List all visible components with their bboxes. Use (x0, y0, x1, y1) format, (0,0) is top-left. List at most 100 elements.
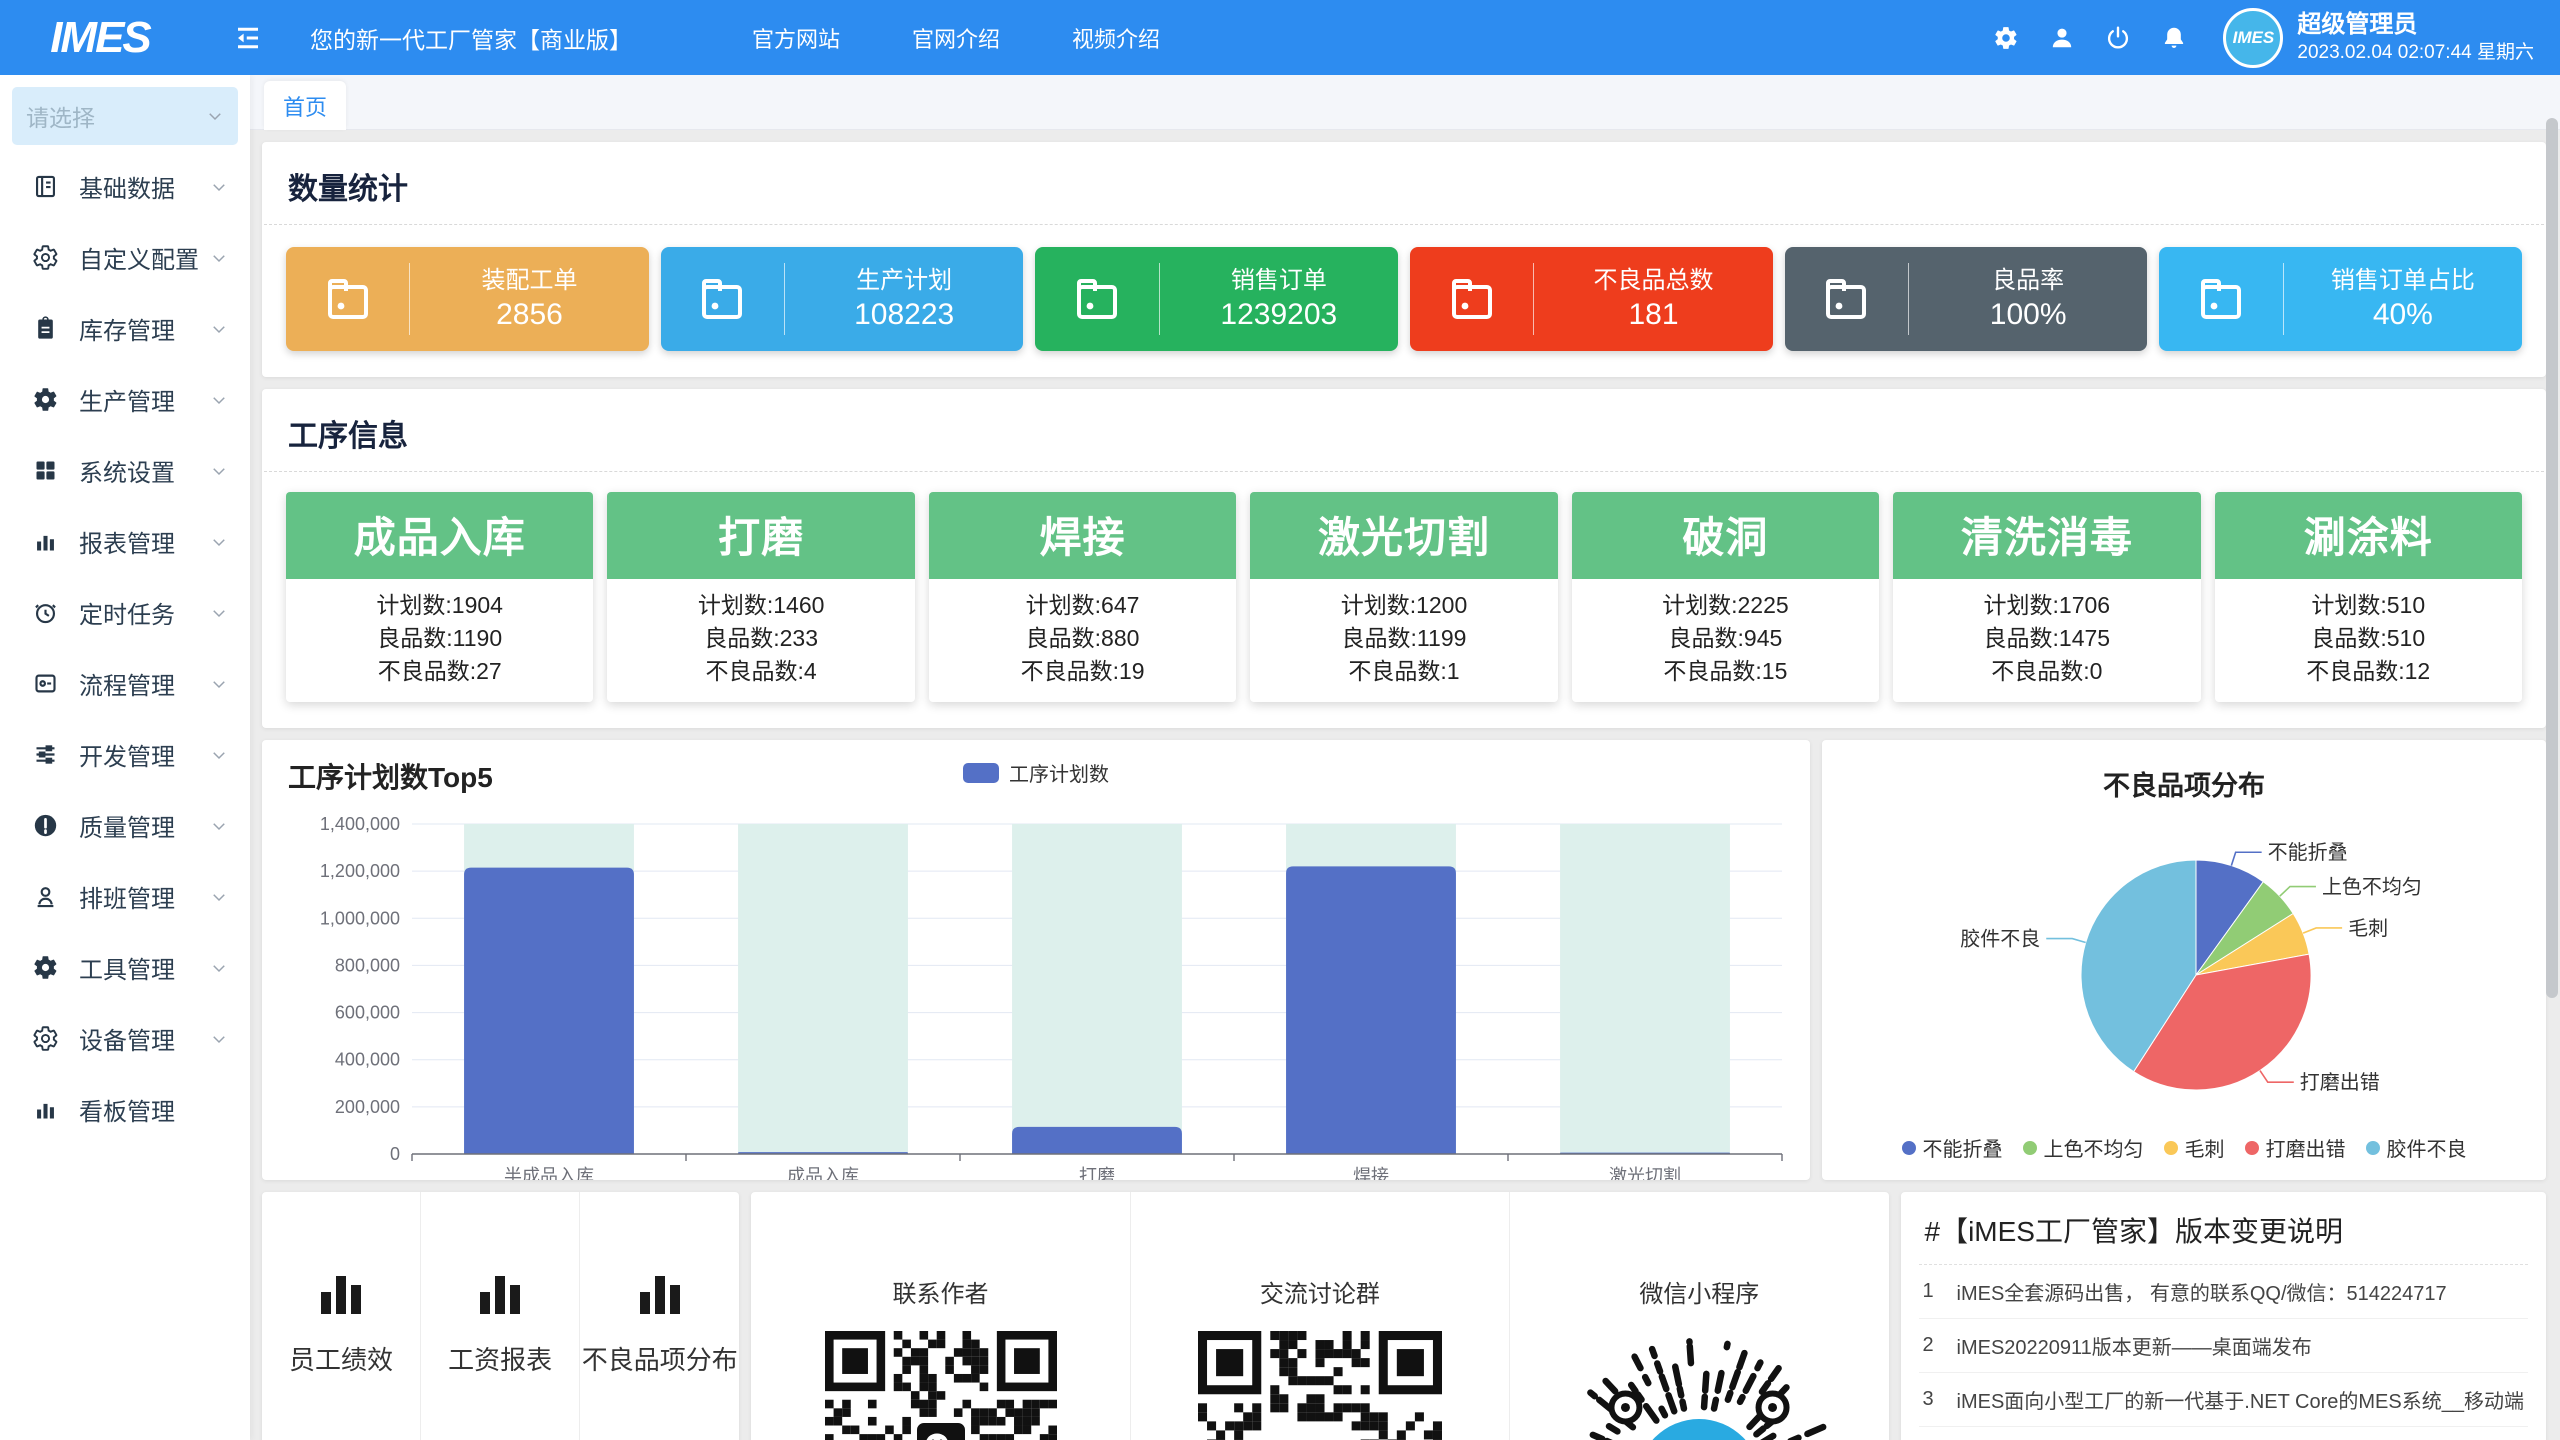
sidebar-item-label: 质量管理 (79, 808, 210, 843)
pie-legend-item-0[interactable]: 不能折叠 (1902, 1133, 2003, 1162)
scrollbar-track[interactable] (2546, 118, 2558, 1436)
sidebar-select[interactable]: 请选择 (12, 87, 238, 145)
process-plan: 计划数:647 (929, 589, 1236, 622)
sidebar-item-13[interactable]: 看板管理 (0, 1074, 250, 1145)
pie-legend-item-2[interactable]: 毛刺 (2164, 1133, 2225, 1162)
changelog-text: iMES20220911版本更新——桌面端发布 (1957, 1331, 2524, 1360)
stat-label: 生产计划 (785, 265, 1023, 297)
bars-icon (32, 1096, 59, 1123)
sidebar-item-3[interactable]: 生产管理 (0, 364, 250, 435)
pie-legend-item-3[interactable]: 打磨出错 (2245, 1133, 2346, 1162)
bar-chart-card: 工序计划数Top5 工序计划数 0200,000400,000600,00080… (262, 740, 1810, 1180)
user-icon[interactable] (2049, 25, 2075, 51)
stat-card-5[interactable]: 销售订单占比40% (2159, 247, 2522, 351)
user-role: 超级管理员 (2297, 10, 2534, 40)
stat-value: 181 (1534, 297, 1772, 333)
sidebar-item-label: 排班管理 (79, 879, 210, 914)
stat-card-0[interactable]: 装配工单2856 (286, 247, 649, 351)
qr-panel: 联系作者 扫一扫上面的二维码图案，加我为朋友。 交流讨论群 625博客 (751, 1192, 1888, 1440)
avatar[interactable]: IMES (2223, 8, 2283, 68)
svg-text:0: 0 (390, 1144, 400, 1164)
chevron-down-icon (210, 604, 228, 622)
pie-chart-card: 不良品项分布 不能折叠上色不均匀毛刺打磨出错胶件不良 不能折叠上色不均匀毛刺打磨… (1822, 740, 2546, 1180)
report-tile-0[interactable]: 员工绩效 (262, 1192, 421, 1440)
svg-text:1,000,000: 1,000,000 (320, 908, 400, 928)
sidebar-item-8[interactable]: 开发管理 (0, 719, 250, 790)
nav-site-intro[interactable]: 官网介绍 (912, 22, 1000, 54)
report-tile-2[interactable]: 不良品项分布 (580, 1192, 739, 1440)
bell-icon[interactable] (2161, 25, 2187, 51)
gear-o-icon (32, 244, 59, 271)
pie-legend-item-1[interactable]: 上色不均匀 (2023, 1133, 2144, 1162)
process-card-6: 涮涂料计划数:510良品数:510不良品数:12 (2215, 492, 2522, 702)
report-tile-1[interactable]: 工资报表 (421, 1192, 580, 1440)
sidebar-item-label: 生产管理 (79, 382, 210, 417)
gear-o-icon (32, 1025, 59, 1052)
pie-chart-legend[interactable]: 不能折叠上色不均匀毛刺 打磨出错胶件不良 (1822, 1133, 2546, 1162)
changelog-item-2[interactable]: 3iMES面向小型工厂的新一代基于.NET Core的MES系统__移动端 (1919, 1373, 2528, 1427)
stat-value: 108223 (785, 297, 1023, 333)
gear-icon (32, 386, 59, 413)
changelog-item-1[interactable]: 2iMES20220911版本更新——桌面端发布 (1919, 1319, 2528, 1373)
sidebar-item-6[interactable]: 定时任务 (0, 577, 250, 648)
alert-icon (32, 812, 59, 839)
bar-chart-legend[interactable]: 工序计划数 (963, 758, 1109, 787)
settings-icon[interactable] (1993, 25, 2019, 51)
qr-miniapp-title: 微信小程序 (1510, 1274, 1888, 1309)
sidebar-item-9[interactable]: 质量管理 (0, 790, 250, 861)
svg-text:不能折叠: 不能折叠 (2268, 841, 2348, 864)
stat-card-1[interactable]: 生产计划108223 (661, 247, 1024, 351)
changelog-item-0[interactable]: 1iMES全套源码出售， 有意的联系QQ/微信：514224717 (1919, 1265, 2528, 1319)
sidebar-item-2[interactable]: 库存管理 (0, 293, 250, 364)
process-bad: 不良品数:19 (929, 655, 1236, 688)
sidebar-item-12[interactable]: 设备管理 (0, 1003, 250, 1074)
chevron-down-icon (210, 178, 228, 196)
process-bad: 不良品数:15 (1572, 655, 1879, 688)
charts-row: 工序计划数Top5 工序计划数 0200,000400,000600,00080… (262, 740, 2546, 1180)
sidebar-item-10[interactable]: 排班管理 (0, 861, 250, 932)
nav-video-intro[interactable]: 视频介绍 (1072, 22, 1160, 54)
scrollbar-thumb[interactable] (2546, 118, 2558, 998)
svg-text:上色不均匀: 上色不均匀 (2322, 876, 2422, 899)
chevron-down-icon (210, 462, 228, 480)
process-card-5: 清洗消毒计划数:1706良品数:1475不良品数:0 (1893, 492, 2200, 702)
stat-card-2[interactable]: 销售订单1239203 (1035, 247, 1398, 351)
bar-chart: 0200,000400,000600,000800,0001,000,0001,… (262, 792, 1810, 1180)
app-logo: IMES (0, 13, 200, 63)
process-plan: 计划数:1706 (1893, 589, 2200, 622)
qr-group-section: 交流讨论群 625博客 群名称:625博客 群 号:200884004 (1131, 1192, 1510, 1440)
bottom-row: 员工绩效工资报表不良品项分布不良品项汇总生产报表产量统计 联系作者 扫一扫上面的… (262, 1192, 2546, 1440)
sidebar-item-5[interactable]: 报表管理 (0, 506, 250, 577)
stat-card-4[interactable]: 良品率100% (1785, 247, 2148, 351)
stat-value: 100% (1909, 297, 2147, 333)
header-nav: 官方网站 官网介绍 视频介绍 (752, 22, 1160, 54)
process-name: 焊接 (929, 492, 1236, 579)
sidebar-item-11[interactable]: 工具管理 (0, 932, 250, 1003)
chevron-down-icon (210, 320, 228, 338)
sidebar-item-label: 流程管理 (79, 666, 210, 701)
sidebar-item-7[interactable]: 流程管理 (0, 648, 250, 719)
sidebar-item-0[interactable]: 基础数据 (0, 151, 250, 222)
sidebar-menu: 基础数据自定义配置库存管理生产管理系统设置报表管理定时任务流程管理开发管理质量管… (0, 151, 250, 1145)
stat-value: 1239203 (1160, 297, 1398, 333)
user-info: 超级管理员 2023.02.04 02:07:44 星期六 (2297, 10, 2534, 66)
process-name: 打磨 (607, 492, 914, 579)
sidebar-item-1[interactable]: 自定义配置 (0, 222, 250, 293)
sidebar-item-4[interactable]: 系统设置 (0, 435, 250, 506)
legend-label: 打磨出错 (2266, 1133, 2346, 1162)
process-good: 良品数:945 (1572, 622, 1879, 655)
changelog-item-3[interactable]: 4iMES面向小型工厂的新一代基于.NET Core的MES系统__PC端 (1919, 1427, 2528, 1440)
svg-text:600,000: 600,000 (335, 1003, 400, 1023)
pie-legend-item-4[interactable]: 胶件不良 (2366, 1133, 2467, 1162)
tab-home[interactable]: 首页 (264, 81, 346, 130)
svg-text:毛刺: 毛刺 (2348, 917, 2388, 940)
power-icon[interactable] (2105, 25, 2131, 51)
folder-icon (286, 271, 409, 327)
collapse-menu-icon[interactable] (228, 18, 268, 58)
process-plan: 计划数:1200 (1250, 589, 1557, 622)
nav-official-site[interactable]: 官方网站 (752, 22, 840, 54)
process-good: 良品数:233 (607, 622, 914, 655)
process-card-1: 打磨计划数:1460良品数:233不良品数:4 (607, 492, 914, 702)
stat-card-3[interactable]: 不良品总数181 (1410, 247, 1773, 351)
grid-icon (32, 457, 59, 484)
